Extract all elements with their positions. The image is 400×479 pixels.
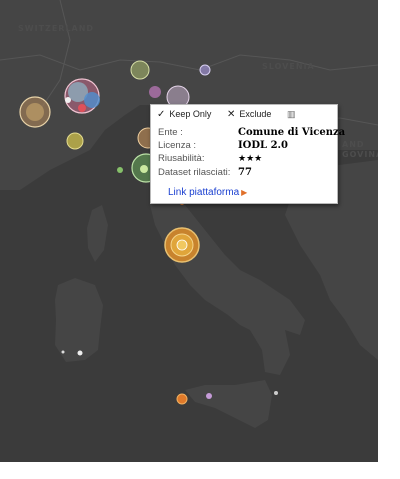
land-sicily [185, 380, 272, 428]
point-oristano [61, 350, 65, 354]
exclude-label: Exclude [239, 109, 272, 119]
point-small [117, 167, 123, 173]
land-sardinia [55, 278, 103, 362]
label-slovenia: SLOVENIA [262, 62, 315, 71]
keep-only-button[interactable]: ✓ Keep Only [157, 107, 211, 121]
field-label: Riusabilità: [158, 153, 205, 164]
point-verona [149, 86, 161, 98]
grid-icon: ▥ [287, 108, 296, 119]
keep-only-label: Keep Only [169, 109, 212, 119]
arrow-right-icon: ▶ [241, 188, 248, 197]
land-corsica [87, 205, 108, 262]
italy-map[interactable]: SWITZERLAND SLOVENIA AND GOVINA [0, 0, 378, 462]
point-udine [199, 64, 211, 76]
field-value: IODL 2.0 [238, 140, 288, 151]
land-italy [150, 185, 305, 375]
point-trento [130, 60, 150, 80]
link-label: Link piattaforma [168, 187, 240, 198]
view-data-button[interactable]: ▥ [287, 107, 296, 121]
field-value: ★★★ [238, 154, 263, 164]
field-label: Ente : [158, 127, 183, 138]
exclude-button[interactable]: ✕ Exclude [227, 107, 271, 121]
point-cagliari [77, 350, 83, 356]
point-catania [274, 391, 278, 395]
close-icon: ✕ [227, 108, 236, 120]
map-canvas [0, 0, 378, 428]
field-label: Licenza : [158, 140, 197, 151]
label-bosnia-2: GOVINA [342, 150, 378, 159]
point-palermo [176, 393, 188, 405]
point-messina [206, 393, 212, 399]
field-label: Dataset rilasciati: [158, 167, 231, 178]
field-value: 77 [238, 167, 252, 178]
field-value: Comune di Vicenza [238, 127, 346, 138]
check-icon: ✓ [157, 108, 166, 120]
label-bosnia: AND [342, 140, 365, 149]
label-switzerland: SWITZERLAND [18, 24, 95, 33]
tooltip-popup: ✓ Keep Only ✕ Exclude ▥ Ente : Comune di… [150, 104, 345, 204]
point-genova [66, 132, 84, 150]
link-piattaforma[interactable]: Link piattaforma ▶ [168, 187, 247, 198]
